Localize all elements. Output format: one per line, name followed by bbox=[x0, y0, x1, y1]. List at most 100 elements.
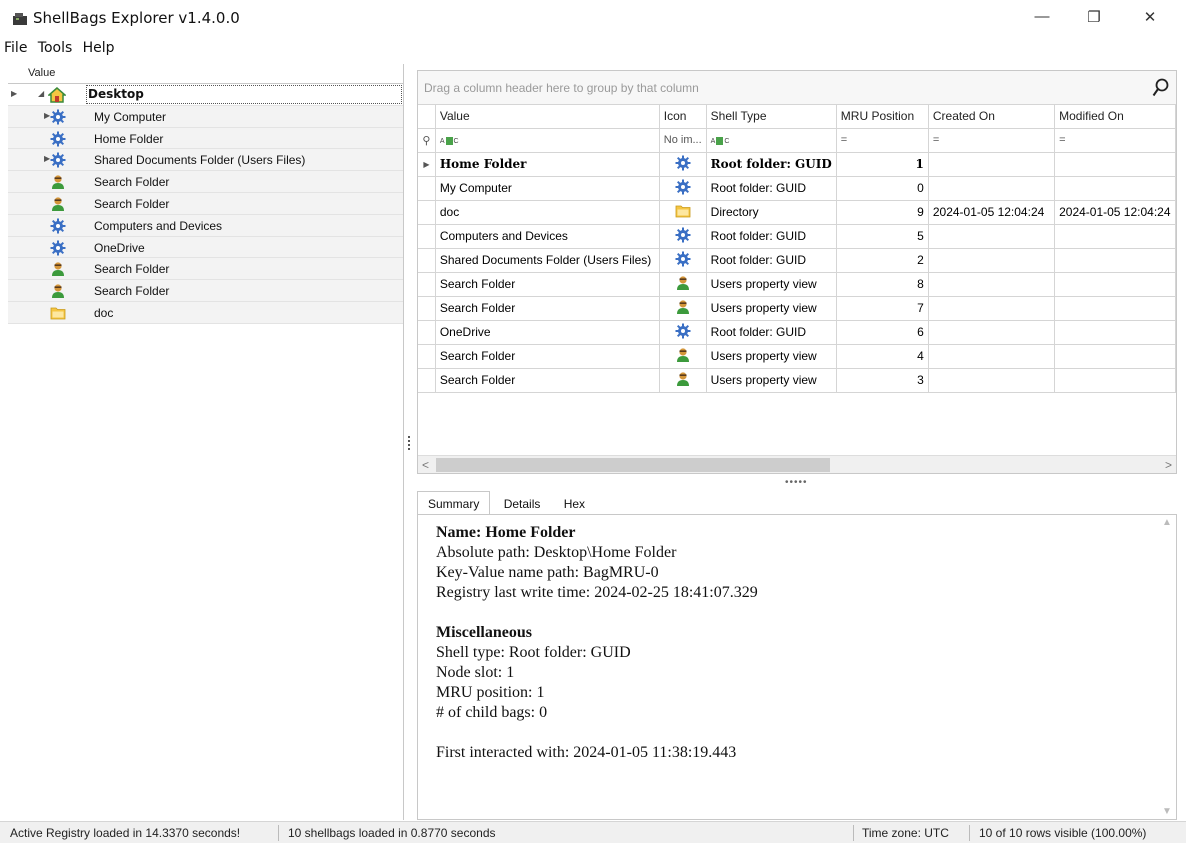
cell-mru-position: 0 bbox=[836, 176, 929, 201]
row-indicator-icon bbox=[418, 320, 436, 345]
tree-item[interactable]: Search Folder bbox=[8, 280, 403, 302]
table-row[interactable]: Search Folder Users property view 8 bbox=[418, 272, 1176, 297]
tree-item-label: Search Folder bbox=[94, 196, 170, 211]
tree-item-label: My Computer bbox=[94, 109, 167, 124]
scroll-right-icon[interactable]: > bbox=[1165, 458, 1172, 472]
horizontal-scrollbar[interactable]: < > bbox=[418, 455, 1176, 473]
filter-value[interactable]: AC bbox=[435, 128, 660, 153]
horizontal-splitter[interactable]: ••••• bbox=[785, 477, 808, 488]
cell-value: Search Folder bbox=[435, 368, 660, 393]
cell-modified-on bbox=[1054, 152, 1176, 177]
tree-item-label: Shared Documents Folder (Users Files) bbox=[94, 153, 306, 168]
cell-value: Search Folder bbox=[435, 272, 660, 297]
gear-icon bbox=[50, 131, 66, 147]
cell-shell-type: Root folder: GUID bbox=[706, 176, 837, 201]
tree-item[interactable]: Search Folder bbox=[8, 171, 403, 193]
col-value[interactable]: Value bbox=[435, 105, 660, 129]
summary-panel: Name: Home Folder Absolute path: Desktop… bbox=[417, 514, 1177, 820]
cell-modified-on bbox=[1054, 248, 1176, 273]
tree-item-label: Search Folder bbox=[94, 284, 170, 299]
vertical-scrollbar[interactable]: ▲ ▼ bbox=[1158, 515, 1176, 819]
scroll-down-icon[interactable]: ▼ bbox=[1162, 806, 1172, 817]
cell-shell-type: Directory bbox=[706, 200, 837, 225]
cell-modified-on bbox=[1054, 176, 1176, 201]
filter-mru[interactable]: = bbox=[836, 128, 929, 153]
menu-file[interactable]: File bbox=[1, 38, 30, 58]
summary-key-value: Key-Value name path: BagMRU-0 bbox=[436, 564, 659, 581]
tree-item-desktop[interactable]: ▶ ◢ Desktop bbox=[8, 84, 403, 106]
filter-shell-type[interactable]: AC bbox=[706, 128, 837, 153]
row-indicator-icon bbox=[418, 224, 436, 249]
user-icon bbox=[675, 371, 691, 390]
restore-button[interactable]: ❐ bbox=[1074, 8, 1114, 30]
table-row[interactable]: doc Directory 9 2024-01-05 12:04:24 2024-01… bbox=[418, 200, 1176, 225]
cell-value: OneDrive bbox=[435, 320, 660, 345]
search-icon[interactable] bbox=[1152, 78, 1170, 98]
cell-mru-position: 8 bbox=[836, 272, 929, 297]
tree-item[interactable]: doc bbox=[8, 301, 403, 324]
scroll-up-icon[interactable]: ▲ bbox=[1162, 517, 1172, 528]
filter-row: ⚲ AC No im... AC = = = bbox=[418, 128, 1176, 153]
col-icon[interactable]: Icon bbox=[659, 105, 707, 129]
filter-created[interactable]: = bbox=[928, 128, 1056, 153]
tree-item[interactable]: Search Folder bbox=[8, 192, 403, 215]
tree-item[interactable]: Computers and Devices bbox=[8, 214, 403, 237]
tree-item[interactable]: Search Folder bbox=[8, 258, 403, 281]
cell-value: Computers and Devices bbox=[435, 224, 660, 249]
tree-item[interactable]: OneDrive bbox=[8, 236, 403, 259]
summary-name: Name: Home Folder bbox=[436, 524, 576, 541]
shellbags-grid: Drag a column header here to group by th… bbox=[417, 70, 1177, 474]
cell-created-on bbox=[928, 344, 1056, 369]
row-indicator-icon bbox=[418, 248, 436, 273]
status-timezone: Time zone: UTC bbox=[862, 826, 949, 840]
table-row[interactable]: ▶ Home Folder Root folder: GUID 1 bbox=[418, 152, 1176, 177]
close-button[interactable]: ✕ bbox=[1130, 8, 1170, 30]
cell-modified-on bbox=[1054, 320, 1176, 345]
filter-icon-cell[interactable]: No im... bbox=[659, 128, 707, 153]
scroll-left-icon[interactable]: < bbox=[422, 458, 429, 472]
table-row[interactable]: Search Folder Users property view 7 bbox=[418, 296, 1176, 321]
tab-summary[interactable]: Summary bbox=[417, 491, 491, 515]
cell-value: Search Folder bbox=[435, 344, 660, 369]
cell-icon bbox=[659, 176, 707, 201]
menu-tools[interactable]: Tools bbox=[35, 38, 76, 58]
tab-hex[interactable]: Hex bbox=[554, 492, 595, 516]
minimize-button[interactable]: — bbox=[1022, 8, 1062, 30]
table-row[interactable]: Shared Documents Folder (Users Files) Ro… bbox=[418, 248, 1176, 273]
filter-modified[interactable]: = bbox=[1054, 128, 1176, 153]
cell-mru-position: 6 bbox=[836, 320, 929, 345]
cell-value: Search Folder bbox=[435, 296, 660, 321]
cell-icon bbox=[659, 272, 707, 297]
user-icon bbox=[50, 174, 66, 190]
col-shell-type[interactable]: Shell Type bbox=[706, 105, 837, 129]
tree-header[interactable]: Value bbox=[8, 64, 403, 84]
collapse-icon[interactable]: ◢ bbox=[38, 89, 44, 98]
cell-mru-position: 7 bbox=[836, 296, 929, 321]
tree-item[interactable]: ▶ My Computer bbox=[8, 105, 403, 128]
user-icon bbox=[675, 299, 691, 318]
tab-details[interactable]: Details bbox=[494, 492, 551, 516]
cell-shell-type: Root folder: GUID bbox=[706, 224, 837, 249]
gear-icon bbox=[50, 218, 66, 234]
table-row[interactable]: Computers and Devices Root folder: GUID 5 bbox=[418, 224, 1176, 249]
detail-tabs: Summary Details Hex bbox=[417, 491, 595, 515]
table-row[interactable]: My Computer Root folder: GUID 0 bbox=[418, 176, 1176, 201]
col-mru-position[interactable]: MRU Position bbox=[836, 105, 929, 129]
table-row[interactable]: Search Folder Users property view 3 bbox=[418, 368, 1176, 393]
col-created-on[interactable]: Created On bbox=[928, 105, 1056, 129]
vertical-splitter[interactable] bbox=[404, 64, 416, 820]
cell-icon bbox=[659, 224, 707, 249]
table-row[interactable]: Search Folder Users property view 4 bbox=[418, 344, 1176, 369]
scroll-thumb[interactable] bbox=[436, 458, 830, 472]
col-modified-on[interactable]: Modified On bbox=[1054, 105, 1176, 129]
tree-item-label: Home Folder bbox=[94, 131, 164, 146]
menu-help[interactable]: Help bbox=[80, 38, 118, 58]
table-row[interactable]: OneDrive Root folder: GUID 6 bbox=[418, 320, 1176, 345]
cell-icon bbox=[659, 248, 707, 273]
status-shellbags: 10 shellbags loaded in 0.8770 seconds bbox=[288, 826, 496, 840]
cell-modified-on bbox=[1054, 224, 1176, 249]
cell-shell-type: Root folder: GUID bbox=[706, 320, 837, 345]
group-panel[interactable]: Drag a column header here to group by th… bbox=[418, 71, 1176, 105]
tree-item[interactable]: Home Folder bbox=[8, 127, 403, 150]
tree-item[interactable]: ▶ Shared Documents Folder (Users Files) bbox=[8, 149, 403, 172]
